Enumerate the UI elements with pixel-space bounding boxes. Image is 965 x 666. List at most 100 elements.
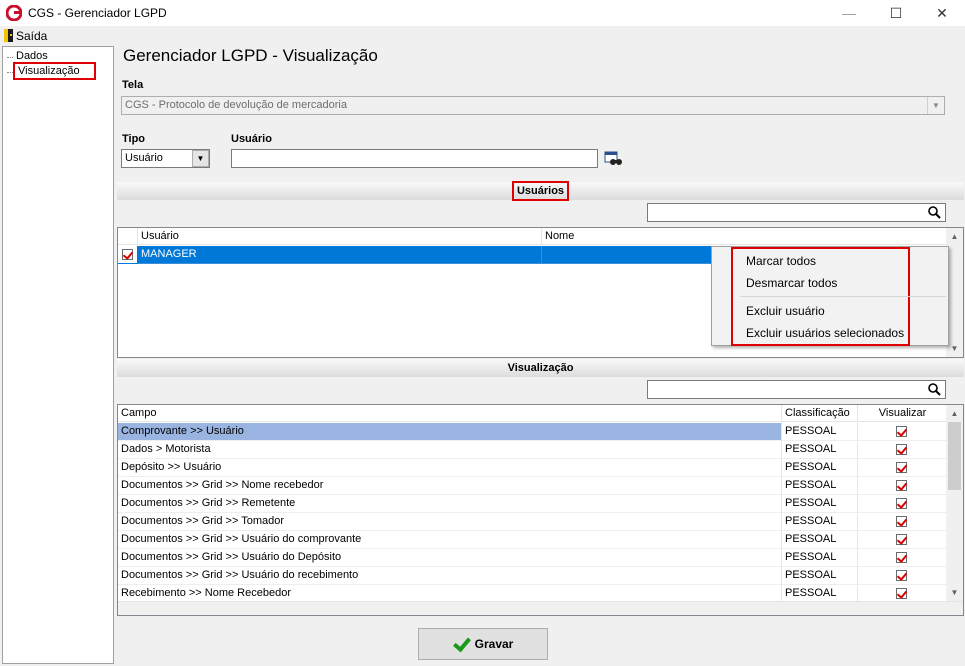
page-title: Gerenciador LGPD - Visualização — [123, 46, 378, 65]
cell-classificacao: PESSOAL — [782, 513, 858, 531]
cell-campo: Documentos >> Grid >> Usuário do comprov… — [118, 531, 782, 549]
cell-classificacao: PESSOAL — [782, 567, 858, 585]
table-row[interactable]: Depósito >> Usuário PESSOAL — [118, 459, 947, 477]
cell-visualizar[interactable] — [858, 513, 947, 531]
cell-campo: Documentos >> Grid >> Usuário do Depósit… — [118, 549, 782, 567]
menu-item-desmarcar-todos[interactable]: Desmarcar todos — [746, 276, 837, 290]
column-campo[interactable]: Campo — [118, 405, 782, 422]
menu-item-marcar-todos[interactable]: Marcar todos — [746, 254, 816, 268]
cell-visualizar[interactable] — [858, 495, 947, 513]
view-search-input[interactable] — [647, 380, 946, 399]
window-title: CGS - Gerenciador LGPD — [28, 6, 167, 20]
cell-classificacao: PESSOAL — [782, 423, 858, 441]
tipo-select-value: Usuário — [125, 152, 163, 164]
cell-classificacao: PESSOAL — [782, 477, 858, 495]
cell-classificacao: PESSOAL — [782, 441, 858, 459]
table-row[interactable]: Dados > Motorista PESSOAL — [118, 441, 947, 459]
cell-visualizar[interactable] — [858, 531, 947, 549]
cell-campo: Documentos >> Grid >> Nome recebedor — [118, 477, 782, 495]
cell-campo: Depósito >> Usuário — [118, 459, 782, 477]
cell-visualizar[interactable] — [858, 441, 947, 459]
sidebar-item-dados[interactable]: Dados — [13, 49, 51, 63]
table-row[interactable]: Documentos >> Grid >> Usuário do Depósit… — [118, 549, 947, 567]
title-bar: CGS - Gerenciador LGPD — ☐ ✕ — [0, 0, 965, 26]
save-button-label: Gravar — [474, 637, 514, 651]
visualizar-checkbox[interactable] — [896, 498, 907, 509]
cell-classificacao: PESSOAL — [782, 495, 858, 513]
search-user-icon[interactable] — [604, 151, 622, 167]
visualizar-checkbox[interactable] — [896, 480, 907, 491]
menu-item-excluir-selecionados[interactable]: Excluir usuários selecionados — [746, 326, 904, 340]
tela-select: CGS - Protocolo de devolução de mercador… — [121, 96, 945, 115]
table-row[interactable]: Documentos >> Grid >> Remetente PESSOAL — [118, 495, 947, 513]
cell-visualizar[interactable] — [858, 477, 947, 495]
visualizar-checkbox[interactable] — [896, 588, 907, 599]
cell-classificacao: PESSOAL — [782, 549, 858, 567]
maximize-button[interactable]: ☐ — [873, 0, 919, 26]
chevron-down-icon[interactable]: ▼ — [192, 150, 209, 167]
cell-campo: Dados > Motorista — [118, 441, 782, 459]
app-logo-icon — [6, 5, 22, 21]
visualizar-checkbox[interactable] — [896, 534, 907, 545]
cell-visualizar[interactable] — [858, 567, 947, 585]
table-row[interactable]: Comprovante >> Usuário PESSOAL — [118, 423, 947, 441]
column-nome[interactable]: Nome — [542, 228, 947, 245]
visualizar-checkbox[interactable] — [896, 462, 907, 473]
minimize-button[interactable]: — — [826, 0, 872, 26]
tree-connector — [7, 72, 13, 73]
horizontal-scrollbar[interactable] — [118, 601, 963, 615]
cell-visualizar[interactable] — [858, 459, 947, 477]
users-section-title: Usuários — [511, 181, 570, 201]
column-visualizar[interactable]: Visualizar — [858, 405, 947, 422]
tipo-label: Tipo — [122, 133, 146, 145]
sidebar-tree: Dados Visualização — [2, 46, 114, 664]
table-row[interactable]: Documentos >> Grid >> Usuário do recebim… — [118, 567, 947, 585]
scroll-down-icon[interactable]: ▼ — [946, 584, 963, 601]
view-grid: Campo Classificação Visualizar Comprovan… — [117, 404, 964, 616]
table-row[interactable]: Documentos >> Grid >> Usuário do comprov… — [118, 531, 947, 549]
usuario-input[interactable] — [231, 149, 598, 168]
save-button[interactable]: Gravar — [418, 628, 548, 660]
scroll-up-icon[interactable]: ▲ — [946, 405, 963, 422]
header-check-col — [118, 228, 138, 245]
row-checkbox[interactable] — [122, 249, 133, 260]
sidebar-item-visualizacao[interactable]: Visualização — [13, 62, 96, 80]
visualizar-checkbox[interactable] — [896, 426, 907, 437]
scroll-thumb[interactable] — [948, 422, 961, 490]
checkmark-icon — [453, 636, 469, 652]
search-icon[interactable] — [928, 206, 941, 219]
table-row[interactable]: Documentos >> Grid >> Nome recebedor PESS… — [118, 477, 947, 495]
visualizar-checkbox[interactable] — [896, 444, 907, 455]
column-usuario[interactable]: Usuário — [138, 228, 542, 245]
view-scrollbar[interactable]: ▲ ▼ — [946, 405, 963, 601]
users-section-header: Usuários — [117, 181, 964, 201]
users-search-input[interactable] — [647, 203, 946, 222]
exit-door-icon — [4, 29, 13, 42]
menu-separator — [740, 296, 946, 297]
table-row[interactable]: Documentos >> Grid >> Tomador PESSOAL — [118, 513, 947, 531]
visualizar-checkbox[interactable] — [896, 552, 907, 563]
chevron-down-icon: ▼ — [927, 97, 944, 114]
view-section-header: Visualização — [117, 359, 964, 377]
visualizar-checkbox[interactable] — [896, 570, 907, 581]
row-checkbox-cell[interactable] — [118, 246, 138, 264]
view-grid-header: Campo Classificação Visualizar — [118, 405, 947, 422]
cell-visualizar[interactable] — [858, 549, 947, 567]
column-classificacao[interactable]: Classificação — [782, 405, 858, 422]
visualizar-checkbox[interactable] — [896, 516, 907, 527]
menu-exit[interactable]: Saída — [4, 28, 47, 43]
tipo-select[interactable]: Usuário ▼ — [121, 149, 210, 168]
cell-visualizar[interactable] — [858, 423, 947, 441]
cell-usuario: MANAGER — [138, 246, 542, 264]
scroll-up-icon[interactable]: ▲ — [946, 228, 963, 245]
menu-exit-label: Saída — [16, 28, 48, 43]
close-button[interactable]: ✕ — [919, 0, 965, 26]
tela-select-value: CGS - Protocolo de devolução de mercador… — [125, 99, 347, 111]
cell-campo: Comprovante >> Usuário — [118, 423, 782, 441]
menu-item-excluir-usuario[interactable]: Excluir usuário — [746, 304, 825, 318]
menu-bar: Saída — [0, 26, 965, 45]
tela-label: Tela — [122, 79, 144, 91]
search-icon[interactable] — [928, 383, 941, 396]
usuario-label: Usuário — [231, 133, 272, 145]
cell-classificacao: PESSOAL — [782, 459, 858, 477]
